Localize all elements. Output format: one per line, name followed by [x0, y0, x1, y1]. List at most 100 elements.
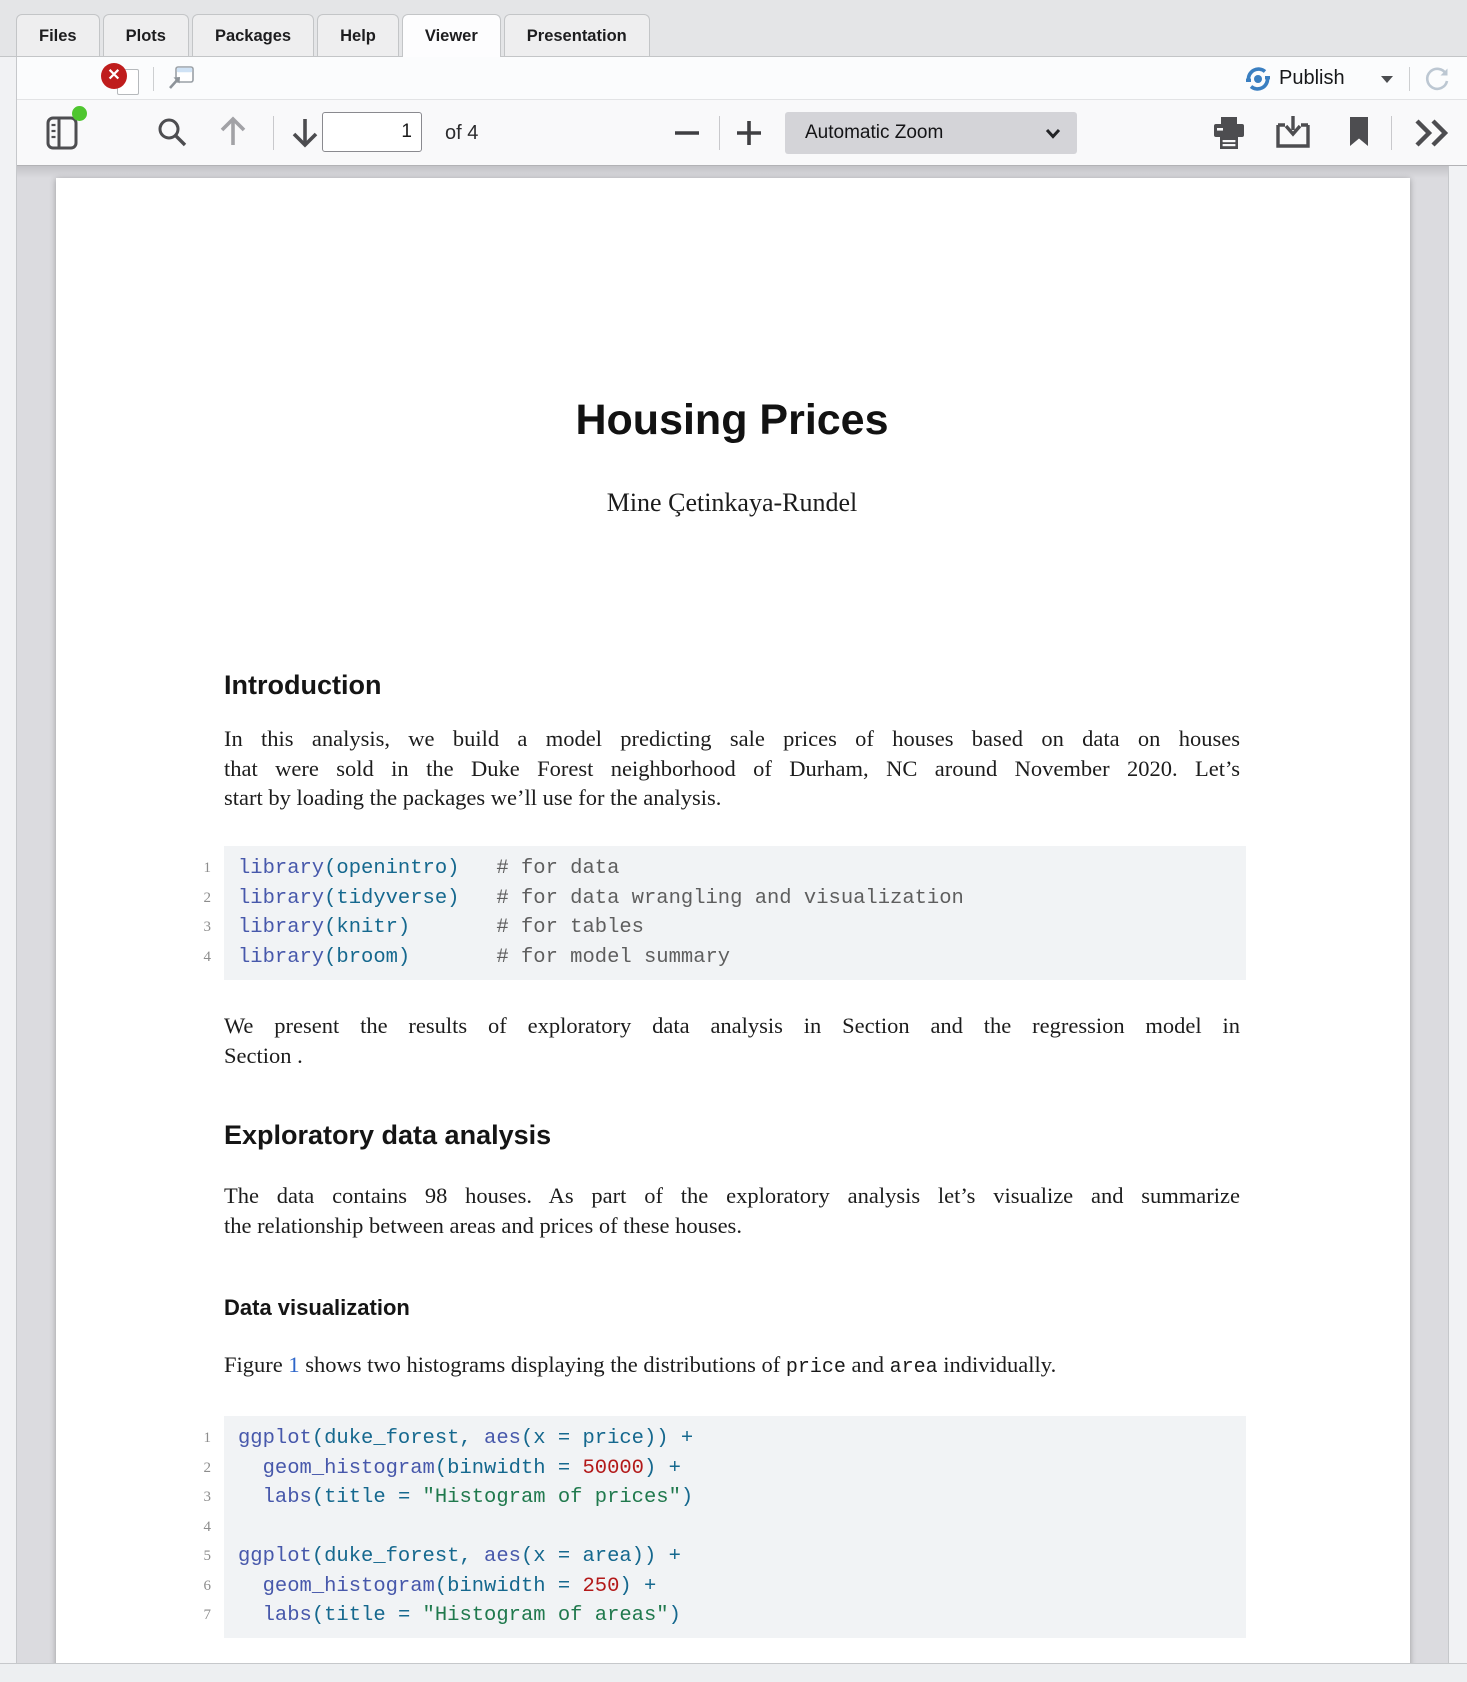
zoom-level-select[interactable]: Automatic Zoom — [785, 112, 1077, 154]
line-number: 2 — [174, 884, 224, 914]
text-segment: ggplot — [238, 1427, 312, 1450]
paragraph: In this analysis, we build a model predi… — [224, 724, 1240, 813]
text-segment: # for model summary — [410, 946, 730, 969]
code-text: labs(title = "Histogram of prices") — [224, 1483, 693, 1513]
publish-icon — [1245, 66, 1271, 92]
pdf-toolbar: of 4 Automatic Zoom — [17, 100, 1467, 166]
refresh-button[interactable] — [1423, 65, 1451, 93]
text-segment: geom_histogram — [263, 1457, 435, 1480]
text-segment: individually. — [938, 1352, 1057, 1377]
tab-presentation[interactable]: Presentation — [504, 14, 650, 56]
page-count-label: of 4 — [445, 100, 478, 166]
code-text: geom_histogram(binwidth = 50000) + — [224, 1454, 681, 1484]
code-line: 1ggplot(duke_forest, aes(x = price)) + — [174, 1424, 1246, 1454]
text-segment: price — [786, 1356, 846, 1379]
open-in-new-window-icon — [167, 65, 195, 91]
toolbar-separator — [1409, 67, 1410, 91]
text-segment: (title = — [312, 1486, 423, 1509]
text-segment: (knitr) — [324, 916, 410, 939]
text-segment: ) — [681, 1486, 693, 1509]
figure-link[interactable]: 1 — [288, 1352, 299, 1377]
line-number: 7 — [174, 1601, 224, 1631]
text-segment: (openintro) — [324, 857, 459, 880]
tab-help[interactable]: Help — [317, 14, 399, 56]
tab-viewer[interactable]: Viewer — [402, 14, 501, 57]
text-segment: (tidyverse) — [324, 887, 459, 910]
bookmark-button[interactable] — [1347, 115, 1371, 149]
print-button[interactable] — [1210, 114, 1248, 152]
toolbar-separator — [153, 67, 154, 91]
pdf-page: Housing Prices Mine Çetinkaya-Rundel Int… — [56, 178, 1410, 1663]
clear-x-icon: ✕ — [101, 63, 127, 89]
text-segment: 50000 — [582, 1457, 644, 1480]
code-line: 5ggplot(duke_forest, aes(x = area)) + — [174, 1542, 1246, 1572]
text-segment: 250 — [582, 1575, 619, 1598]
code-line: 6 geom_histogram(binwidth = 250) + — [174, 1572, 1246, 1602]
section-heading-eda: Exploratory data analysis — [224, 1120, 1240, 1151]
text-segment: and — [846, 1352, 890, 1377]
zoom-out-button[interactable] — [669, 115, 705, 151]
tab-plots[interactable]: Plots — [103, 14, 189, 56]
text-line: the relationship between areas and price… — [224, 1211, 1240, 1241]
download-button[interactable] — [1273, 113, 1313, 153]
text-segment: # for data — [459, 857, 619, 880]
search-button[interactable] — [154, 114, 190, 150]
tab-files[interactable]: Files — [16, 14, 100, 56]
line-number: 1 — [174, 1424, 224, 1454]
code-text: geom_histogram(binwidth = 250) + — [224, 1572, 656, 1602]
text-segment: (x = price)) + — [521, 1427, 693, 1450]
page-number-input[interactable] — [322, 112, 422, 152]
rstudio-viewer-pane: FilesPlotsPackagesHelpViewerPresentation… — [0, 0, 1467, 1682]
code-line: 4library(broom) # for model summary — [174, 943, 1246, 973]
text-segment: (duke_forest, — [312, 1427, 484, 1450]
code-text: ggplot(duke_forest, aes(x = price)) + — [224, 1424, 693, 1454]
line-number: 3 — [174, 1483, 224, 1513]
code-line: 7 labs(title = "Histogram of areas") — [174, 1601, 1246, 1631]
next-page-button[interactable] — [287, 114, 323, 150]
pane-tab-bar: FilesPlotsPackagesHelpViewerPresentation — [0, 0, 1467, 57]
text-segment — [238, 1575, 263, 1598]
code-block-libraries: 1library(openintro) # for data2library(t… — [174, 846, 1246, 980]
code-line: 1 library(openintro) # for data — [174, 854, 1246, 884]
code-line: 3library(knitr) # for tables — [174, 913, 1246, 943]
code-text: library(broom) # for model summary — [224, 943, 730, 973]
pane-bottom-edge — [0, 1663, 1467, 1682]
text-segment: ) — [669, 1604, 681, 1627]
text-segment: "Histogram of prices" — [423, 1486, 681, 1509]
line-number: 1 — [174, 854, 224, 884]
open-in-new-window-button[interactable] — [167, 65, 195, 91]
text-segment: library — [238, 916, 324, 939]
line-number: 5 — [174, 1542, 224, 1572]
code-line: 4 — [174, 1513, 1246, 1543]
text-line: We present the results of exploratory da… — [224, 1011, 1240, 1041]
line-number: 6 — [174, 1572, 224, 1602]
clear-viewer-button[interactable]: ✕ — [101, 63, 139, 95]
code-text: library(tidyverse) # for data wrangling … — [224, 884, 964, 914]
text-segment: (x = area)) + — [521, 1545, 681, 1568]
text-segment: ggplot — [238, 1545, 312, 1568]
text-segment: aes — [484, 1545, 521, 1568]
paragraph: We present the results of exploratory da… — [224, 1011, 1240, 1070]
zoom-in-button[interactable] — [731, 115, 767, 151]
pdf-viewer-area[interactable]: Housing Prices Mine Çetinkaya-Rundel Int… — [17, 166, 1448, 1663]
text-line: start by loading the packages we’ll use … — [224, 783, 1240, 813]
line-number: 4 — [174, 943, 224, 973]
text-segment: geom_histogram — [263, 1575, 435, 1598]
publish-label: Publish — [1279, 57, 1345, 100]
toolbar-separator — [719, 116, 720, 150]
text-segment: library — [238, 857, 324, 880]
previous-page-button[interactable] — [215, 114, 251, 150]
code-block-ggplot: 1ggplot(duke_forest, aes(x = price)) +2 … — [174, 1416, 1246, 1638]
publish-dropdown-caret[interactable] — [1381, 76, 1393, 83]
toolbar-separator — [1391, 116, 1392, 150]
green-status-dot — [72, 106, 87, 121]
text-segment: # for tables — [410, 916, 644, 939]
text-segment: # for data wrangling and visualization — [459, 887, 963, 910]
text-line: The data contains 98 houses. As part of … — [224, 1181, 1240, 1211]
text-segment: labs — [263, 1604, 312, 1627]
paragraph: The data contains 98 houses. As part of … — [224, 1181, 1240, 1240]
tab-packages[interactable]: Packages — [192, 14, 314, 56]
text-segment: (title = — [312, 1604, 423, 1627]
subsection-heading-dataviz: Data visualization — [224, 1295, 1240, 1321]
tools-menu-button[interactable] — [1413, 117, 1455, 149]
